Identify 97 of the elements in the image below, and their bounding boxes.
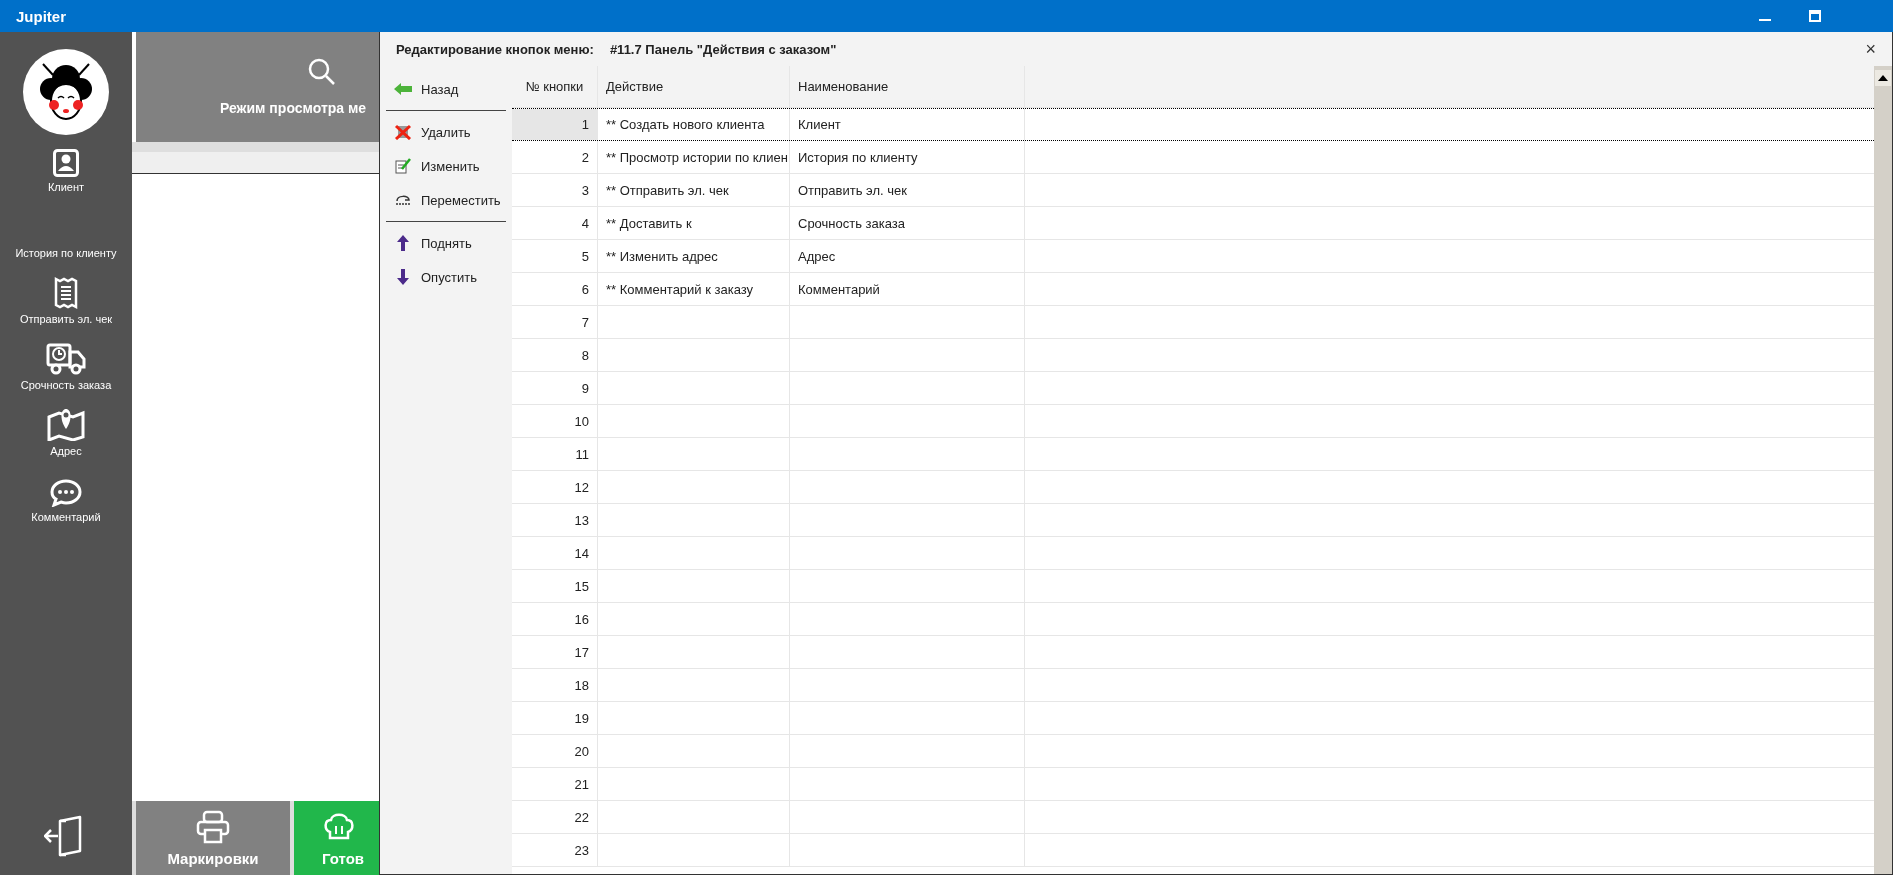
map-pin-icon[interactable] (47, 407, 85, 441)
window-title: Jupiter (16, 7, 66, 25)
table-cell: 17 (512, 636, 598, 668)
toolbar-button[interactable]: Поднять (386, 226, 506, 260)
sidebar-item-label[interactable]: Адрес (50, 445, 82, 457)
table-row[interactable]: 11 (512, 438, 1874, 471)
table-cell: 21 (512, 768, 598, 800)
table-row[interactable]: 22 (512, 801, 1874, 834)
sidebar-item-label[interactable]: Срочность заказа (20, 379, 112, 391)
table-cell: Клиент (798, 117, 841, 132)
scroll-up-icon[interactable] (1875, 70, 1891, 86)
table-cell: 16 (512, 603, 598, 635)
table-cell: 5 (512, 240, 598, 272)
table-cell: 14 (512, 537, 598, 569)
table-cell: 13 (512, 504, 598, 536)
table-row[interactable]: 1 ** Создать нового клиента Клиент (512, 108, 1874, 141)
toolbar-button[interactable]: Опустить (386, 260, 506, 294)
table-row[interactable]: 12 (512, 471, 1874, 504)
column-header[interactable]: Наименование (790, 66, 1025, 107)
table-cell: ** Изменить адрес (606, 248, 718, 264)
receipt-icon[interactable] (54, 277, 78, 309)
table-cell: 3 (512, 174, 598, 206)
sidebar-item-label[interactable]: История по клиенту (15, 247, 117, 259)
back-arrow-icon (394, 83, 412, 95)
sidebar-item-label[interactable]: Комментарий (31, 511, 101, 523)
table-cell: ** Доставить к (606, 215, 692, 231)
table-cell: 10 (512, 405, 598, 437)
edit-icon (394, 158, 412, 174)
table-row[interactable]: 17 (512, 636, 1874, 669)
contact-card-icon[interactable] (53, 149, 79, 177)
table-row[interactable]: 19 (512, 702, 1874, 735)
table-cell: 11 (512, 438, 598, 470)
close-button[interactable]: × (1865, 38, 1876, 60)
sidebar-item-label[interactable]: Отправить эл. чек (19, 313, 113, 325)
toolbar-button[interactable]: Назад (386, 72, 506, 106)
table-row[interactable]: 23 (512, 834, 1874, 867)
move-icon (394, 193, 412, 207)
table-cell: 18 (512, 669, 598, 701)
table-cell: 2 (512, 141, 598, 173)
column-header[interactable]: № кнопки (512, 66, 598, 107)
table-cell: 20 (512, 735, 598, 767)
toolbar-button[interactable]: Удалить (386, 115, 506, 149)
table-cell: 4 (512, 207, 598, 239)
maximize-icon[interactable] (1809, 10, 1821, 22)
search-icon (308, 58, 336, 86)
bottom-button[interactable]: Маркировки (136, 801, 290, 875)
table-row[interactable]: 15 (512, 570, 1874, 603)
table-row[interactable]: 6 ** Комментарий к заказу Комментарий (512, 273, 1874, 306)
tile-label: Режим просмотра ме (220, 100, 367, 116)
scrollbar[interactable] (1874, 66, 1892, 874)
table-cell: 7 (512, 306, 598, 338)
down-arrow-icon (394, 269, 412, 285)
column-header[interactable]: Действие (598, 66, 790, 107)
delete-icon (394, 124, 412, 140)
printer-icon (196, 809, 230, 844)
logo-icon (23, 49, 109, 135)
table-row[interactable]: 21 (512, 768, 1874, 801)
toolbar-button[interactable]: Изменить (386, 149, 506, 183)
dialog-subtitle: #11.7 Панель "Действия с заказом" (609, 41, 837, 57)
table-cell: 15 (512, 570, 598, 602)
table-row[interactable]: 16 (512, 603, 1874, 636)
sidebar-item-label[interactable]: Клиент (47, 181, 85, 193)
table-cell: 12 (512, 471, 598, 503)
delivery-truck-icon[interactable] (46, 343, 86, 375)
table-cell: 19 (512, 702, 598, 734)
table-cell: 22 (512, 801, 598, 833)
table-cell: ** Просмотр истории по клиен (606, 149, 788, 165)
chat-bubble-icon[interactable] (50, 479, 82, 507)
table-row[interactable]: 3 ** Отправить эл. чек Отправить эл. чек (512, 174, 1874, 207)
table-row[interactable]: 10 (512, 405, 1874, 438)
table-cell: 23 (512, 834, 598, 866)
table-cell: ** Отправить эл. чек (606, 182, 729, 198)
table-cell: 6 (512, 273, 598, 305)
table-row[interactable]: 13 (512, 504, 1874, 537)
table-cell: История по клиенту (798, 149, 918, 165)
up-arrow-icon (394, 235, 412, 251)
dialog-title: Редактирование кнопок меню: (396, 41, 594, 57)
table-row[interactable]: 8 (512, 339, 1874, 372)
table-row[interactable]: 5 ** Изменить адрес Адрес (512, 240, 1874, 273)
table-cell: Отправить эл. чек (798, 182, 907, 198)
table-cell: 9 (512, 372, 598, 404)
table-row[interactable]: 4 ** Доставить к Срочность заказа (512, 207, 1874, 240)
toolbar-button[interactable]: Переместить (386, 183, 506, 217)
table-cell: 1 (512, 109, 598, 140)
table-row[interactable]: 2 ** Просмотр истории по клиен История по клиенту (512, 141, 1874, 174)
view-mode-tile[interactable]: Режим просмотра ме (136, 32, 379, 142)
table-row[interactable]: 20 (512, 735, 1874, 768)
table-cell: ** Создать нового клиента (606, 117, 765, 132)
table-row[interactable]: 14 (512, 537, 1874, 570)
table-row[interactable]: 9 (512, 372, 1874, 405)
table-cell: Комментарий (798, 281, 880, 297)
table-cell: Срочность заказа (798, 215, 906, 231)
table-row[interactable]: 18 (512, 669, 1874, 702)
table-cell: 8 (512, 339, 598, 371)
table-cell: ** Комментарий к заказу (606, 281, 754, 297)
table-cell: Адрес (798, 248, 836, 264)
table-row[interactable]: 7 (512, 306, 1874, 339)
